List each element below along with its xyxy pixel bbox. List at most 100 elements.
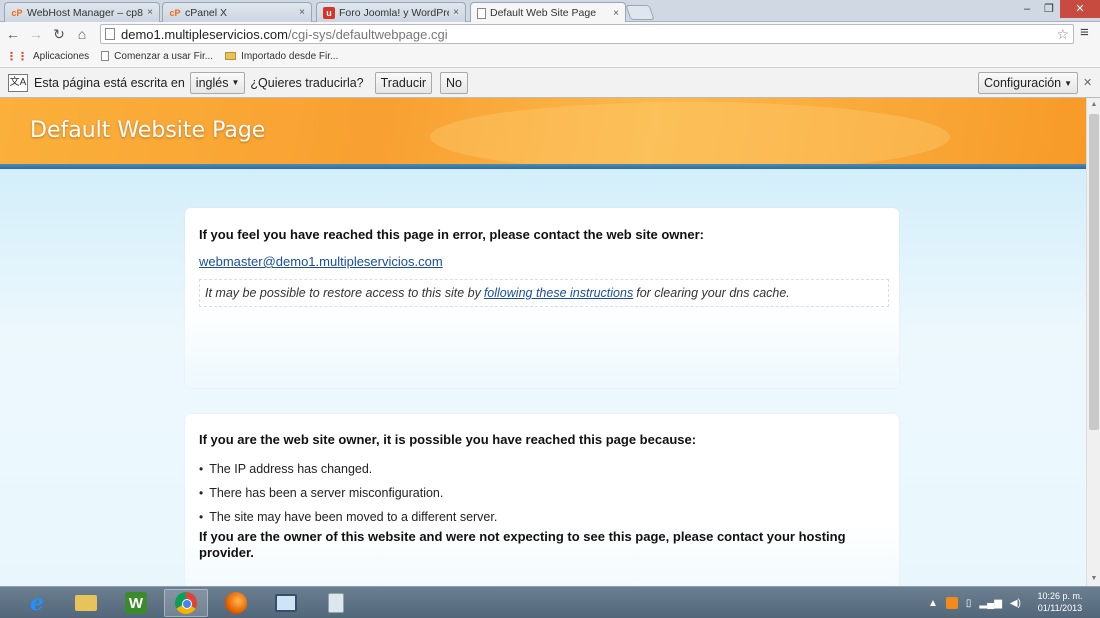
firefox-icon: [225, 592, 247, 614]
bookmarks-bar: ⋮⋮ Aplicaciones Comenzar a usar Fir... I…: [0, 46, 1100, 66]
tab-title: Default Web Site Page: [490, 7, 597, 19]
translate-button[interactable]: Traducir: [374, 71, 433, 94]
header-swoosh: [430, 102, 950, 172]
tab-default-web-site-page[interactable]: Default Web Site Page ×: [470, 2, 626, 23]
clock-date: 01/11/2013: [1037, 603, 1083, 613]
taskbar-file-explorer[interactable]: [64, 589, 108, 617]
bookmark-label: Importado desde Fir...: [241, 50, 339, 62]
error-heading: If you feel you have reached this page i…: [199, 227, 704, 242]
tab-title: Foro Joomla! y WordPress: [339, 6, 449, 19]
w-app-icon: W: [125, 592, 147, 614]
bookmark-star-icon[interactable]: ☆: [1056, 26, 1069, 43]
notice-text-before: It may be possible to restore access to …: [205, 286, 481, 300]
file-explorer-icon: [75, 595, 97, 611]
tab-strip: cP WebHost Manager – cp80 × cP cPanel X …: [0, 0, 1100, 23]
scroll-up-icon[interactable]: ▲: [1087, 98, 1100, 112]
tab-title: WebHost Manager – cp80: [27, 6, 144, 19]
taskbar-remote-desktop[interactable]: [264, 589, 308, 617]
folder-icon: [225, 52, 237, 60]
system-clock[interactable]: 10:26 p. m. 01/11/2013: [1030, 590, 1090, 614]
tray-app-icon[interactable]: [945, 597, 958, 609]
windows-taskbar: e W ▲ ▯ ▂▄▆ ◀) 10:26 p. m. 01/11/2013: [0, 586, 1100, 618]
bookmark-apps[interactable]: ⋮⋮ Aplicaciones: [6, 50, 89, 63]
tab-close-icon[interactable]: ×: [299, 7, 305, 18]
reasons-list: The IP address has changed. There has be…: [199, 457, 497, 529]
taskbar-w-app[interactable]: W: [114, 589, 158, 617]
system-tray: ▲ ▯ ▂▄▆ ◀): [928, 587, 1021, 618]
tab-webhost-manager[interactable]: cP WebHost Manager – cp80 ×: [4, 2, 160, 22]
restore-icon[interactable]: ❐: [1036, 0, 1062, 18]
battery-icon[interactable]: ▯: [966, 598, 972, 609]
tab-close-icon[interactable]: ×: [453, 7, 459, 18]
bookmark-label: Comenzar a usar Fir...: [114, 50, 214, 62]
url-host: demo1.multipleservicios.com: [121, 26, 288, 42]
translate-icon: 文A: [8, 73, 28, 92]
page-viewport: Default Website Page If you feel you hav…: [0, 98, 1086, 586]
no-button[interactable]: No: [440, 71, 469, 94]
vertical-scrollbar[interactable]: ▲ ▼: [1086, 98, 1100, 586]
clock-time: 10:26 p. m.: [1037, 591, 1083, 601]
reload-icon[interactable]: ↻: [49, 24, 69, 44]
bookmark-label: Aplicaciones: [33, 50, 90, 62]
language-value: inglés: [195, 75, 229, 90]
volume-icon[interactable]: ◀): [1010, 598, 1021, 609]
owner-email-link[interactable]: webmaster@demo1.multipleservicios.com: [199, 254, 443, 269]
page-title: Default Website Page: [30, 118, 266, 143]
tab-foro-joomla[interactable]: u Foro Joomla! y WordPress ×: [316, 2, 466, 22]
scrollbar-thumb[interactable]: [1089, 114, 1099, 430]
network-signal-icon[interactable]: ▂▄▆: [979, 598, 1001, 609]
page-info-icon[interactable]: [105, 28, 115, 40]
forward-arrow-icon[interactable]: →: [26, 24, 46, 44]
url-path: /cgi-sys/defaultwebpage.cgi: [287, 26, 448, 42]
cpanel-icon: cP: [11, 7, 23, 18]
chevron-down-icon: ▼: [1064, 78, 1073, 88]
dns-notice: It may be possible to restore access to …: [199, 279, 889, 307]
page-header: Default Website Page: [0, 98, 1086, 172]
tab-close-icon[interactable]: ×: [613, 8, 619, 19]
address-bar[interactable]: demo1.multipleservicios.com/cgi-sys/defa…: [100, 24, 1074, 44]
list-item: The IP address has changed.: [199, 457, 497, 481]
back-arrow-icon[interactable]: ←: [3, 24, 23, 44]
taskbar-chrome[interactable]: [164, 589, 208, 617]
document-icon: [101, 51, 110, 61]
list-item: The site may have been moved to a differ…: [199, 505, 497, 529]
taskbar-firefox[interactable]: [214, 589, 258, 617]
settings-label: Configuración: [984, 76, 1062, 90]
calculator-icon: [328, 593, 344, 613]
chrome-icon: [175, 592, 197, 614]
tab-cpanel[interactable]: cP cPanel X ×: [162, 2, 312, 22]
browser-toolbar: ← → ↻ ⌂ demo1.multipleservicios.com/cgi-…: [0, 22, 1100, 46]
bookmark-comenzar[interactable]: Comenzar a usar Fir...: [101, 51, 213, 62]
tab-close-icon[interactable]: ×: [147, 7, 153, 18]
bookmark-importado[interactable]: Importado desde Fir...: [225, 51, 338, 62]
instructions-link[interactable]: following these instructions: [484, 286, 633, 300]
apps-grid-icon: ⋮⋮: [6, 50, 28, 63]
translate-bar: 文A Esta página está escrita en inglés ▼ ¿…: [0, 67, 1100, 98]
chevron-down-icon: ▼: [231, 78, 240, 87]
closing-message: If you are the owner of this website and…: [199, 529, 846, 560]
list-item: There has been a server misconfiguration…: [199, 481, 497, 505]
translate-question: ¿Quieres traducirla?: [250, 75, 364, 90]
joomla-forum-icon: u: [323, 6, 335, 19]
page-icon: [477, 7, 486, 19]
tab-title: cPanel X: [185, 6, 228, 19]
remote-desktop-icon: [275, 594, 297, 612]
internet-explorer-icon: e: [30, 590, 44, 616]
taskbar-internet-explorer[interactable]: e: [15, 589, 59, 617]
owner-heading: If you are the web site owner, it is pos…: [199, 432, 697, 447]
notice-text-after: for clearing your dns cache.: [636, 286, 790, 300]
taskbar-calculator[interactable]: [314, 589, 358, 617]
language-select[interactable]: inglés ▼: [189, 71, 246, 94]
new-tab-button[interactable]: [625, 5, 655, 20]
home-icon[interactable]: ⌂: [72, 24, 92, 44]
settings-button[interactable]: Configuración ▼: [978, 72, 1079, 94]
error-contact-card: If you feel you have reached this page i…: [185, 208, 899, 388]
close-icon[interactable]: ✕: [1083, 76, 1092, 89]
chrome-menu-icon[interactable]: ≡: [1080, 24, 1089, 41]
scroll-down-icon[interactable]: ▼: [1087, 572, 1100, 586]
show-hidden-icons-icon[interactable]: ▲: [928, 598, 938, 609]
window-close-icon[interactable]: ✕: [1060, 0, 1100, 18]
cpanel-icon: cP: [169, 7, 181, 18]
owner-reasons-card: If you are the web site owner, it is pos…: [185, 414, 899, 586]
translate-prefix: Esta página está escrita en: [34, 75, 185, 90]
